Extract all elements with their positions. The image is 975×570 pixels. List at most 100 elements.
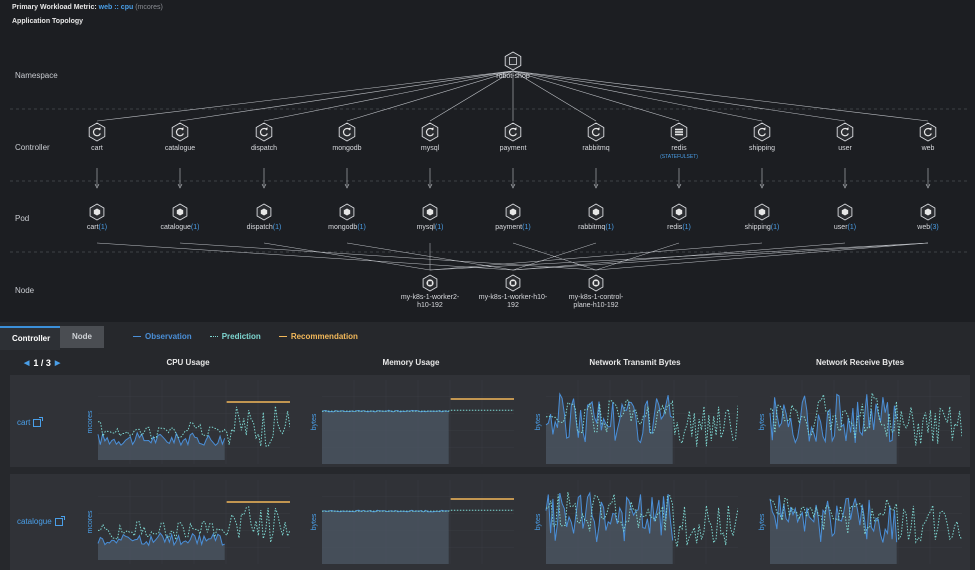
pod-icon-mysql [422,203,438,221]
row-label-pod: Pod [15,214,29,223]
observation-line-icon [133,336,141,337]
legend-recommendation-label: Recommendation [290,332,358,341]
pod-icon-mongodb [339,203,355,221]
pod-icon-shipping [754,203,770,221]
legend-observation-label: Observation [145,332,192,341]
pod-icon-dispatch [256,203,272,221]
pod-count: (1) [99,224,108,231]
edge-pod-node [263,242,431,271]
recommendation-line-icon [278,336,287,337]
pod-count: (1) [357,224,366,231]
chart-cart-0[interactable]: mcores [86,380,290,464]
edge-pod-node [179,242,597,271]
column-header-cpu: CPU Usage [166,358,210,367]
controller-icon-shipping-shape [753,122,771,142]
pod-icon-cart [89,203,105,221]
plot-area [321,380,514,464]
node-chip [594,281,598,285]
pod-count: (1) [435,224,444,231]
controller-label-dispatch: dispatch [251,145,277,152]
chart-cart-1[interactable]: bytes [310,380,514,464]
tab-node[interactable]: Node [60,326,104,348]
pod-name: payment [495,224,522,231]
node-icon [505,274,521,292]
plot-area [545,380,738,464]
pod-label-web: web(3) [916,224,938,231]
node-chip [511,281,515,285]
pod-label-cart: cart(1) [87,224,107,231]
pod-count: (1) [682,224,691,231]
view-tabs: Controller Node [0,326,104,350]
edge-pod-node [595,242,929,271]
row-name-catalogue: catalogue [17,517,52,526]
controller-icon-dispatch-shape [255,122,273,142]
external-link-icon [33,416,44,427]
prediction-dotted-line-icon [209,336,218,337]
edge-namespace-controller [96,70,514,122]
pod-name: web [916,224,930,231]
pod-name: rabbitmq [578,224,605,231]
node-label-line2: h10-192 [417,302,443,309]
legend-prediction[interactable]: Prediction [209,332,261,341]
edge-namespace-controller [346,70,514,122]
chart-catalogue-3[interactable]: bytes [758,480,962,564]
column-header-net-transmit: Network Transmit Bytes [589,358,681,367]
pod-name: catalogue [161,224,191,231]
controller-label-rabbitmq: rabbitmq [582,145,609,152]
tab-controller[interactable]: Controller [0,326,60,350]
controller-icon-payment-shape [504,122,522,142]
edge-namespace-controller [512,70,763,122]
chart-legend: Observation Prediction Recommendation [133,332,358,341]
controller-label-redis: redis [671,145,687,152]
edge-namespace-controller [263,70,514,122]
row-link-cart[interactable]: cart [17,416,44,427]
edge-namespace-controller [512,70,846,122]
controller-label-catalogue: catalogue [165,145,195,152]
observation-area [546,493,673,564]
chart-cart-3[interactable]: bytes [758,380,962,464]
controller-icon-web [919,122,937,142]
y-axis-unit: bytes [759,513,766,530]
prev-page-icon[interactable]: ◀ [24,359,29,367]
pod-name: user [834,224,848,231]
pod-label-mongodb: mongodb(1) [328,224,366,231]
chart-catalogue-1[interactable]: bytes [310,480,514,564]
pagination: ◀ 1 / 3 ▶ [24,358,60,368]
controller-icon-mongodb [338,122,356,142]
stack-glyph [675,133,683,136]
legend-observation[interactable]: Observation [133,332,192,341]
chart-catalogue-0[interactable]: mcores [86,480,290,564]
observation-area [98,432,225,460]
row-link-catalogue[interactable]: catalogue [17,515,65,526]
pod-name: mysql [417,224,436,231]
chart-cart-2[interactable]: bytes [534,380,738,464]
controller-icon-mongodb-shape [338,122,356,142]
page-indicator: 1 / 3 [33,358,51,368]
stack-glyph [675,128,683,131]
pod-name: shipping [745,224,771,231]
chart-catalogue-2[interactable]: bytes [534,480,738,564]
column-header-memory: Memory Usage [382,358,440,367]
plot-area [769,480,962,564]
edge-pod-node [96,242,514,271]
namespace-icon-shape [504,51,522,71]
next-page-icon[interactable]: ▶ [55,359,60,367]
y-axis-unit: bytes [535,513,542,530]
pod-label-shipping: shipping(1) [745,224,780,231]
node-label-line1: my-k8s-1-control- [569,294,624,301]
edge-pod-node [429,242,763,271]
stack-glyph [675,131,683,133]
observation-area [98,533,225,560]
edge-namespace-controller [512,70,680,122]
node-label-line2: plane-h10-192 [573,302,618,309]
pod-label-mysql: mysql(1) [417,224,444,231]
pod-icon-user [837,203,853,221]
controller-icon-cart [88,122,106,142]
controller-label-mongodb: mongodb [332,145,361,152]
controller-icon-catalogue [171,122,189,142]
pod-label-rabbitmq: rabbitmq(1) [578,224,614,231]
legend-recommendation[interactable]: Recommendation [278,332,358,341]
controller-icon-catalogue-shape [171,122,189,142]
node-label-line1: my-k8s-1-worker-h10- [479,294,548,301]
controller-label-cart: cart [91,145,103,152]
